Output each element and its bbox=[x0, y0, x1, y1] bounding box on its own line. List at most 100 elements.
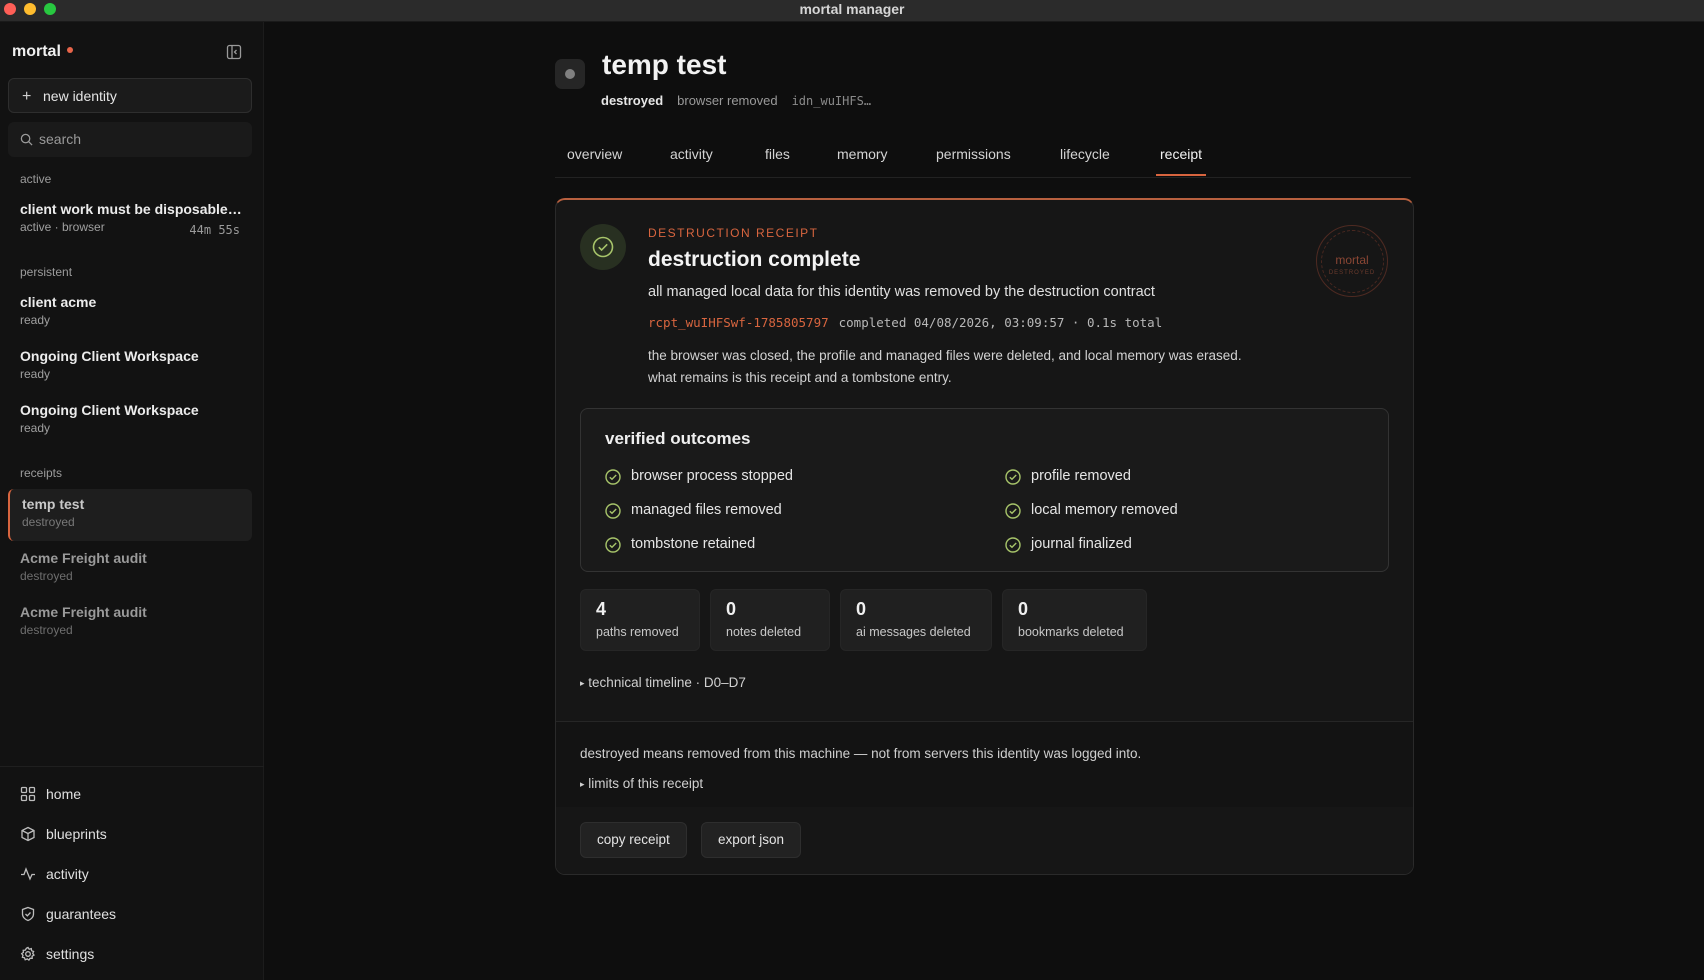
sidebar-item-receipt[interactable]: Acme Freight audit destroyed bbox=[8, 543, 252, 595]
check-icon bbox=[1005, 503, 1021, 519]
identity-name: Acme Freight audit bbox=[20, 550, 147, 566]
check-icon bbox=[1005, 469, 1021, 485]
identity-name: Acme Freight audit bbox=[20, 604, 147, 620]
stat-bookmarks-deleted: 0 bookmarks deleted bbox=[1002, 589, 1147, 651]
window-title: mortal manager bbox=[799, 1, 905, 17]
toggle-label: limits of this receipt bbox=[588, 776, 704, 791]
identity-timer: 44m 55s bbox=[189, 223, 240, 237]
receipt-id[interactable]: rcpt_wuIHFSwf-1785805797 bbox=[648, 315, 829, 330]
brand-name: mortal bbox=[12, 43, 61, 60]
tab-lifecycle[interactable]: lifecycle bbox=[1060, 146, 1110, 162]
stat-label: bookmarks deleted bbox=[1018, 625, 1124, 639]
nav-label: blueprints bbox=[46, 826, 107, 842]
gear-icon bbox=[20, 946, 35, 962]
sidebar-item-persistent[interactable]: client acme ready bbox=[8, 287, 252, 339]
success-check-icon bbox=[580, 224, 626, 270]
verified-outcomes-panel: verified outcomes browser process stoppe… bbox=[580, 408, 1389, 572]
stat-value: 0 bbox=[1018, 599, 1029, 619]
identity-id[interactable]: idn_wuIHFS… bbox=[792, 94, 871, 108]
new-identity-button[interactable]: + new identity bbox=[8, 78, 252, 113]
receipt-description: all managed local data for this identity… bbox=[648, 284, 1155, 300]
limits-toggle[interactable]: ▸ limits of this receipt bbox=[580, 776, 703, 791]
check-icon bbox=[605, 503, 621, 519]
receipt-body: the browser was closed, the profile and … bbox=[648, 348, 1242, 385]
tab-activity[interactable]: activity bbox=[670, 146, 713, 162]
plus-icon: + bbox=[22, 88, 32, 105]
toggle-label: technical timeline · D0–D7 bbox=[588, 675, 746, 690]
tab-permissions[interactable]: permissions bbox=[936, 146, 1011, 162]
tab-receipt[interactable]: receipt bbox=[1155, 146, 1207, 176]
page-title: temp test bbox=[602, 49, 727, 80]
copy-receipt-button[interactable]: copy receipt bbox=[580, 822, 687, 858]
nav-label: home bbox=[46, 786, 82, 802]
disclosure-triangle-icon: ▸ bbox=[580, 678, 585, 688]
new-identity-label: new identity bbox=[43, 88, 117, 104]
status-dot bbox=[565, 69, 575, 79]
sidebar-item-persistent[interactable]: Ongoing Client Workspace ready bbox=[8, 341, 252, 393]
nav-label: guarantees bbox=[46, 906, 117, 922]
sidebar-item-active[interactable]: client work must be disposable ... activ… bbox=[8, 194, 252, 246]
tab-overview[interactable]: overview bbox=[567, 146, 622, 162]
outcome-label: tombstone retained bbox=[631, 536, 756, 552]
stat-paths-removed: 4 paths removed bbox=[580, 589, 700, 651]
identity-meta: destroyed browser removed idn_wuIHFS… bbox=[601, 93, 871, 108]
stat-notes-deleted: 0 notes deleted bbox=[710, 589, 830, 651]
sidebar-divider bbox=[0, 766, 264, 767]
section-label-persistent: persistent bbox=[20, 265, 73, 279]
sidebar-toggle-icon[interactable] bbox=[226, 44, 242, 60]
sidebar-item-receipt-selected[interactable]: temp test destroyed bbox=[8, 489, 252, 541]
identity-name: Ongoing Client Workspace bbox=[20, 348, 199, 364]
check-icon bbox=[1005, 537, 1021, 553]
outcome-label: journal finalized bbox=[1031, 536, 1132, 552]
identity-status: destroyed bbox=[22, 515, 75, 529]
completion-time: completed 04/08/2026, 03:09:57 · 0.1s to… bbox=[838, 315, 1163, 330]
stat-value: 0 bbox=[856, 599, 867, 619]
identity-name: client acme bbox=[20, 294, 97, 310]
search-input[interactable]: search bbox=[8, 122, 252, 157]
nav-label: activity bbox=[46, 866, 89, 882]
receipt-title: destruction complete bbox=[648, 248, 861, 271]
disclosure-triangle-icon: ▸ bbox=[580, 779, 585, 789]
app-window: mortal manager mortal + new identity sear… bbox=[0, 0, 1704, 980]
identity-name: temp test bbox=[22, 496, 85, 512]
check-icon bbox=[605, 537, 621, 553]
nav-label: settings bbox=[46, 946, 95, 962]
tab-files[interactable]: files bbox=[765, 146, 790, 162]
grid-icon bbox=[20, 786, 36, 802]
destroyed-scope-note: destroyed means removed from this machin… bbox=[580, 746, 1142, 761]
export-json-button[interactable]: export json bbox=[701, 822, 802, 858]
stamp-label: DESTROYED bbox=[1328, 270, 1376, 276]
outcome-label: managed files removed bbox=[631, 502, 782, 518]
brand-status-dot bbox=[66, 46, 73, 53]
shield-check-icon bbox=[21, 906, 35, 922]
destruction-receipt-card: DESTRUCTION RECEIPT destruction complete… bbox=[555, 198, 1414, 875]
identity-status-icon bbox=[555, 59, 585, 89]
search-icon bbox=[20, 133, 33, 146]
section-label-active: active bbox=[20, 172, 52, 186]
receipt-eyebrow: DESTRUCTION RECEIPT bbox=[648, 226, 819, 240]
sidebar-item-persistent[interactable]: Ongoing Client Workspace ready bbox=[8, 395, 252, 447]
identity-status: ready bbox=[20, 421, 51, 435]
identity-status: destroyed bbox=[20, 623, 73, 637]
status-badge: destroyed bbox=[601, 93, 664, 108]
section-label-receipts: receipts bbox=[20, 466, 63, 480]
outcomes-title: verified outcomes bbox=[605, 429, 751, 448]
tab-memory[interactable]: memory bbox=[837, 146, 888, 162]
outcome-label: profile removed bbox=[1031, 468, 1131, 484]
stamp-brand: mortal bbox=[1335, 253, 1369, 267]
stat-ai-messages-deleted: 0 ai messages deleted bbox=[840, 589, 992, 651]
receipt-meta: rcpt_wuIHFSwf-1785805797 completed 04/08/… bbox=[648, 315, 1162, 330]
destroyed-stamp: mortal DESTROYED bbox=[1316, 225, 1388, 297]
outcome-label: browser process stopped bbox=[631, 468, 793, 484]
sidebar: mortal + new identity search active clien… bbox=[0, 22, 264, 980]
stat-label: notes deleted bbox=[726, 625, 802, 639]
sidebar-item-receipt[interactable]: Acme Freight audit destroyed bbox=[8, 597, 252, 649]
stat-value: 4 bbox=[596, 599, 607, 619]
identity-status: ready bbox=[20, 313, 51, 327]
technical-timeline-toggle[interactable]: ▸ technical timeline · D0–D7 bbox=[580, 675, 746, 690]
brand: mortal bbox=[12, 43, 73, 61]
tab-bar: overview activity files memory permissio… bbox=[555, 138, 1411, 178]
stat-label: paths removed bbox=[596, 625, 679, 639]
identity-name: Ongoing Client Workspace bbox=[20, 402, 199, 418]
stat-value: 0 bbox=[726, 599, 737, 619]
